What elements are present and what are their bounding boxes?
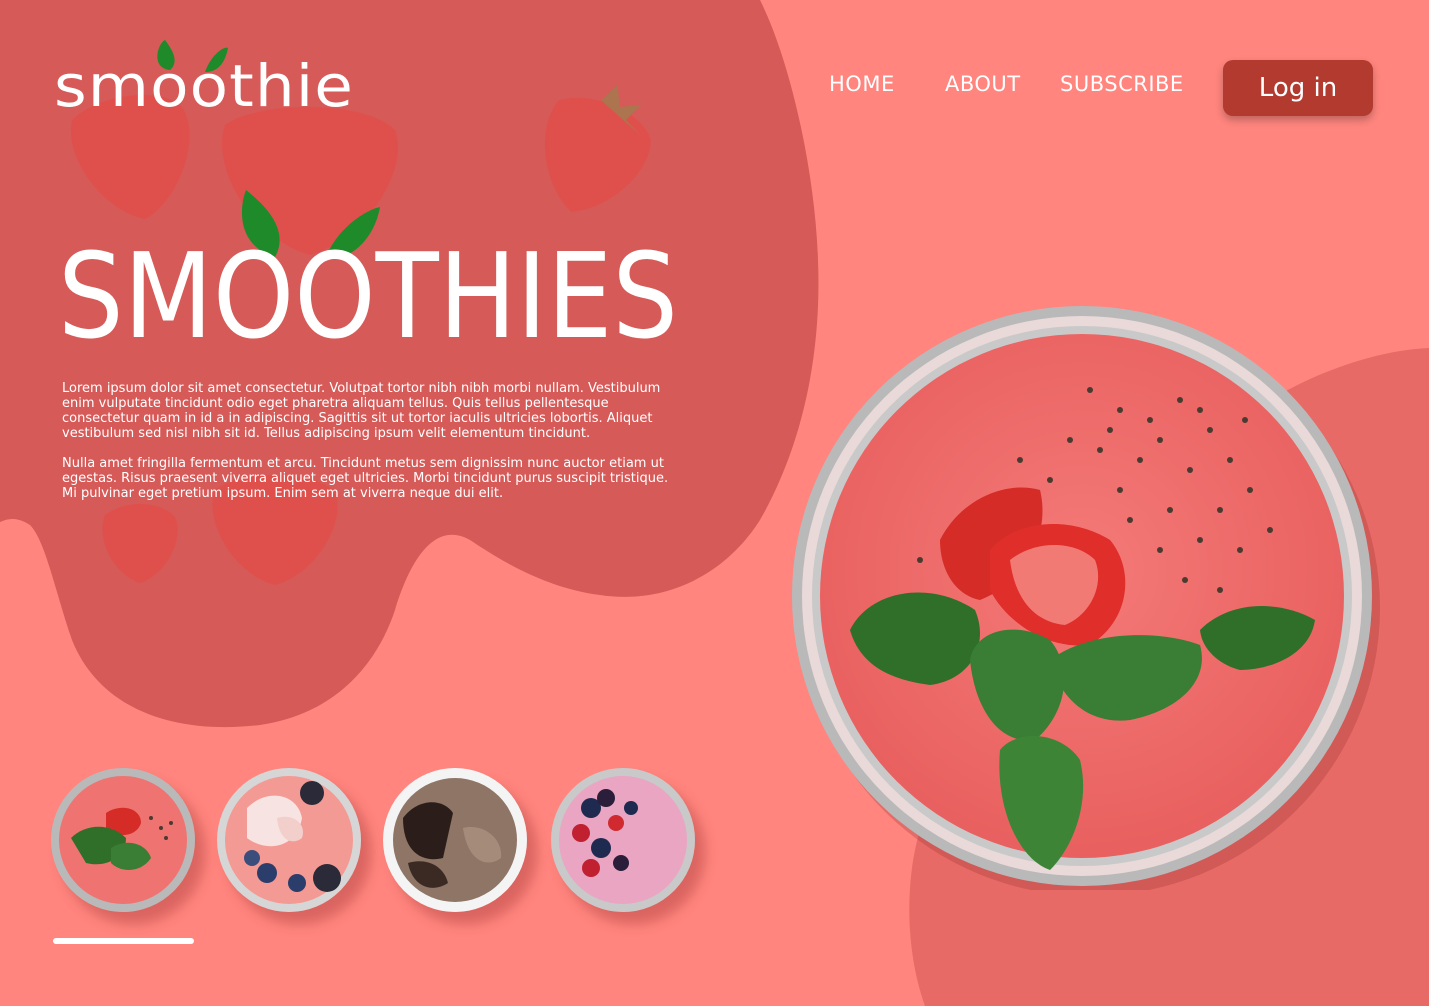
gallery-active-indicator bbox=[53, 938, 194, 944]
thumbnail-flower-berry-smoothie[interactable] bbox=[217, 768, 361, 912]
thumbnail-chocolate-cookie-smoothie[interactable] bbox=[383, 768, 527, 912]
logo-text: smoothie bbox=[54, 52, 354, 120]
hero-paragraph-1: Lorem ipsum dolor sit amet consectetur. … bbox=[62, 381, 661, 441]
nav-about-link[interactable]: ABOUT bbox=[945, 72, 1021, 96]
brand-logo[interactable]: smoothie bbox=[40, 28, 370, 128]
smoothie-logo-graphic: smoothie bbox=[54, 40, 354, 120]
hero-title-text: SMOOTHIES bbox=[58, 227, 678, 365]
nav-home-link[interactable]: HOME bbox=[829, 72, 895, 96]
login-button[interactable]: Log in bbox=[1223, 60, 1373, 116]
hero-title: SMOOTHIES bbox=[50, 175, 710, 365]
nav-subscribe-link[interactable]: SUBSCRIBE bbox=[1060, 72, 1184, 96]
hero-description: Lorem ipsum dolor sit amet consectetur. … bbox=[62, 381, 672, 516]
thumbnail-mixed-berry-smoothie[interactable] bbox=[551, 768, 695, 912]
thumbnail-strawberry-smoothie[interactable] bbox=[51, 768, 195, 912]
main-smoothie-bowl-image bbox=[790, 300, 1380, 896]
hero-paragraph-2: Nulla amet fringilla fermentum et arcu. … bbox=[62, 456, 669, 501]
hero-title-graphic: SMOOTHIES bbox=[58, 190, 678, 365]
